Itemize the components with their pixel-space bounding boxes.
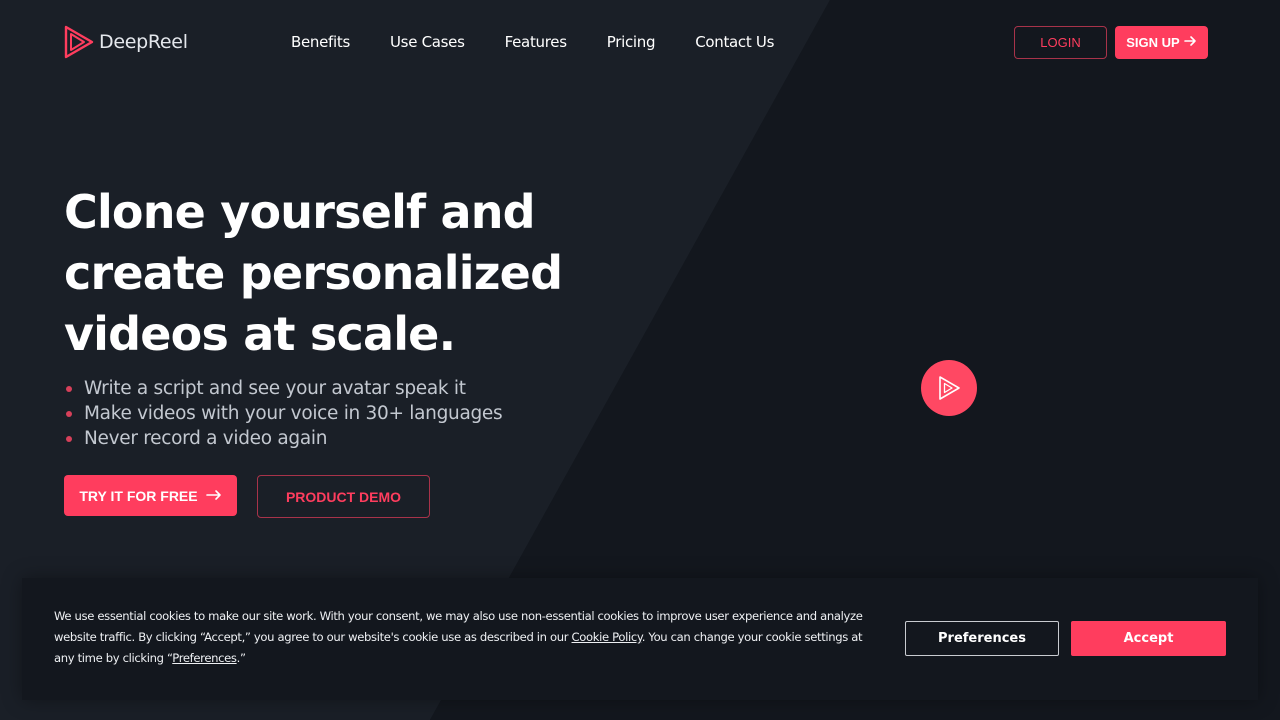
cookie-accept-button[interactable]: Accept bbox=[1071, 621, 1226, 656]
main-nav: Benefits Use Cases Features Pricing Cont… bbox=[291, 33, 774, 51]
demo-label: PRODUCT DEMO bbox=[285, 488, 402, 505]
cookie-policy-link[interactable]: Cookie Policy bbox=[572, 630, 643, 644]
product-demo-button[interactable]: PRODUCT DEMO bbox=[257, 475, 430, 518]
accept-label: Accept bbox=[1123, 631, 1174, 646]
cookie-banner: We use essential cookies to make our sit… bbox=[22, 578, 1258, 700]
brand-name: DeepReel bbox=[99, 31, 188, 53]
nav-features[interactable]: Features bbox=[505, 33, 567, 51]
arrow-right-icon bbox=[1183, 35, 1197, 50]
preferences-label: Preferences bbox=[938, 631, 1026, 646]
nav-pricing[interactable]: Pricing bbox=[607, 33, 656, 51]
try-label: TRY IT FOR FREE bbox=[79, 487, 198, 504]
cookie-text-part: .” bbox=[236, 651, 246, 665]
bullet-text: Never record a video again bbox=[84, 428, 328, 449]
brand-logo[interactable]: DeepReel bbox=[63, 24, 188, 60]
bullet-dot-icon bbox=[66, 385, 72, 392]
bullet-text: Make videos with your voice in 30+ langu… bbox=[84, 403, 503, 424]
hero-title: Clone yourself and create personalized v… bbox=[64, 185, 563, 361]
try-it-free-button[interactable]: TRY IT FOR FREE bbox=[64, 475, 237, 516]
nav-contact-us[interactable]: Contact Us bbox=[695, 33, 774, 51]
signup-button[interactable]: SIGN UP bbox=[1115, 26, 1208, 59]
preferences-link[interactable]: Preferences bbox=[172, 651, 237, 665]
cookie-preferences-button[interactable]: Preferences bbox=[905, 621, 1059, 656]
cookie-message: We use essential cookies to make our sit… bbox=[54, 606, 884, 669]
bullet-dot-icon bbox=[66, 435, 72, 442]
play-icon bbox=[937, 375, 961, 401]
deepreel-logo-icon bbox=[63, 24, 95, 60]
nav-benefits[interactable]: Benefits bbox=[291, 33, 350, 51]
bullet-text: Write a script and see your avatar speak… bbox=[84, 378, 466, 399]
nav-use-cases[interactable]: Use Cases bbox=[390, 33, 465, 51]
bullet-dot-icon bbox=[66, 410, 72, 417]
video-play-button[interactable] bbox=[921, 360, 977, 416]
bullet-item: Never record a video again bbox=[66, 426, 502, 451]
login-label: LOGIN bbox=[1040, 35, 1081, 50]
bullet-item: Make videos with your voice in 30+ langu… bbox=[66, 401, 503, 426]
long-arrow-right-icon bbox=[205, 488, 222, 504]
bullet-item: Write a script and see your avatar speak… bbox=[66, 376, 502, 401]
login-button[interactable]: LOGIN bbox=[1014, 26, 1107, 59]
hero-bullet-list: Write a script and see your avatar speak… bbox=[66, 376, 503, 451]
signup-label: SIGN UP bbox=[1126, 35, 1180, 50]
